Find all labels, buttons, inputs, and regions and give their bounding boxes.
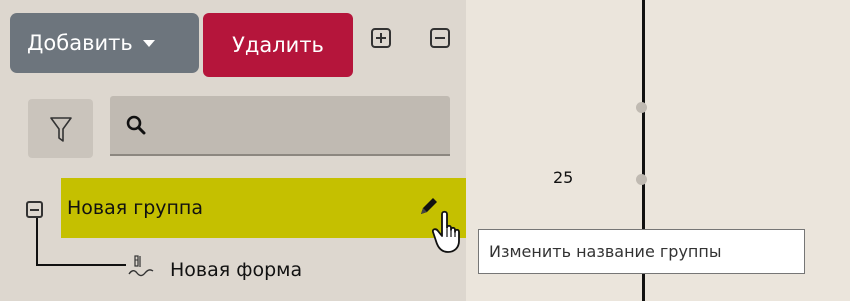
search-box[interactable] <box>110 96 450 156</box>
tree-item-group[interactable]: Новая группа <box>61 178 466 238</box>
tooltip-text: Изменить название группы <box>489 242 722 261</box>
caret-down-icon <box>142 39 155 47</box>
search-icon <box>126 115 146 135</box>
add-button-label: Добавить <box>27 31 133 55</box>
add-dropdown-button[interactable]: Добавить <box>10 13 199 73</box>
tree-connector-vertical <box>36 218 38 265</box>
filter-button[interactable] <box>28 99 93 158</box>
tree-panel: Добавить Удалить Новая группа Новая форм… <box>0 0 466 301</box>
timeline-number: 25 <box>553 168 574 187</box>
expand-all-icon[interactable] <box>371 28 391 48</box>
collapse-group-icon[interactable] <box>26 201 43 218</box>
delete-button-label: Удалить <box>232 33 324 57</box>
search-input[interactable] <box>154 106 438 144</box>
tooltip: Изменить название группы <box>478 229 805 274</box>
hand-cursor-icon <box>432 210 460 253</box>
collapse-all-icon[interactable] <box>430 28 450 48</box>
tree-item-form-label[interactable]: Новая форма <box>170 259 302 281</box>
tree-connector-horizontal <box>36 264 126 266</box>
timeline-marker <box>636 102 647 113</box>
delete-button[interactable]: Удалить <box>203 13 353 77</box>
group-label: Новая группа <box>67 197 203 219</box>
filter-icon <box>50 117 72 142</box>
timeline-marker <box>636 174 647 185</box>
form-icon <box>128 255 154 277</box>
